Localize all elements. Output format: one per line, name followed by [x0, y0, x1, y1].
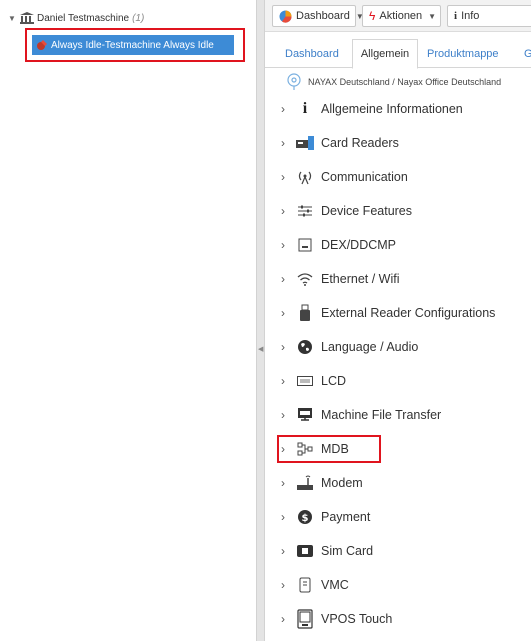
breadcrumb: NAYAX Deutschland / Nayax Office Deutsch…: [285, 72, 501, 92]
info-icon: i: [302, 100, 308, 117]
dashboard-button-label: Dashboard: [296, 10, 350, 22]
chevron-right-icon: ›: [281, 272, 285, 286]
vpos-touch-icon: [295, 609, 315, 629]
chevron-right-icon: ›: [281, 170, 285, 184]
info-icon: i: [454, 10, 458, 22]
category-label: DEX/DDCMP: [321, 238, 397, 252]
info-button[interactable]: i Info: [447, 5, 531, 27]
chevron-right-icon: ›: [281, 340, 285, 354]
info-button-label: Info: [461, 10, 480, 22]
sliders-icon: [295, 202, 315, 220]
category-label: Device Features: [321, 204, 413, 218]
category-dex-ddcmp[interactable]: › DEX/DDCMP: [281, 228, 531, 262]
tree-node-always-idle-selected[interactable]: Always Idle-Testmachine Always Idle: [32, 35, 234, 55]
modem-icon: [295, 474, 315, 492]
chevron-right-icon: ›: [281, 102, 285, 116]
ftp-icon: [295, 406, 315, 424]
collapse-left-icon[interactable]: ◀: [258, 345, 263, 353]
category-external-reader-configurations[interactable]: › External Reader Configurations: [281, 296, 531, 330]
globe-icon: [295, 338, 315, 356]
category-label: VPOS Touch: [321, 612, 393, 626]
category-lcd[interactable]: › LCD: [281, 364, 531, 398]
panel-splitter[interactable]: [256, 0, 265, 641]
card-reader-icon: [295, 134, 315, 152]
category-label: Payment: [321, 510, 371, 524]
chevron-down-icon: ▼: [428, 11, 437, 21]
bolt-icon: ϟ: [369, 9, 376, 23]
chevron-right-icon: ›: [281, 306, 285, 320]
lcd-icon: [295, 372, 315, 390]
location-pin-icon: [285, 73, 303, 91]
aktionen-button-label: Aktionen: [379, 10, 423, 22]
vmc-icon: [295, 576, 315, 594]
tab-allgemein[interactable]: Allgemein: [352, 39, 418, 69]
pie-chart-icon: [279, 10, 292, 23]
mdb-highlight-box: [277, 435, 381, 463]
tree-node-label: Daniel Testmaschine: [37, 12, 130, 24]
category-modem[interactable]: › Modem: [281, 466, 531, 500]
category-vmc[interactable]: › VMC: [281, 568, 531, 602]
category-label: External Reader Configurations: [321, 306, 496, 320]
chevron-right-icon: ›: [281, 612, 285, 626]
svg-text:$: $: [302, 513, 309, 524]
chevron-right-icon: ›: [281, 238, 285, 252]
category-label: Modem: [321, 476, 363, 490]
dex-icon: [295, 236, 315, 254]
tab-more[interactable]: G: [524, 39, 531, 68]
tab-bar: Dashboard Allgemein Produktmappe G: [265, 32, 531, 69]
category-vpos-touch[interactable]: › VPOS Touch: [281, 602, 531, 636]
tree-node-count: (1): [132, 12, 145, 24]
chevron-right-icon: ›: [281, 578, 285, 592]
chevron-right-icon: ›: [281, 374, 285, 388]
breadcrumb-text: NAYAX Deutschland / Nayax Office Deutsch…: [308, 77, 502, 87]
chevron-right-icon: ›: [281, 476, 285, 490]
category-label: LCD: [321, 374, 347, 388]
category-label: Machine File Transfer: [321, 408, 442, 422]
tab-dashboard[interactable]: Dashboard: [285, 39, 339, 68]
category-label: Allgemeine Informationen: [321, 102, 463, 116]
settings-category-list: › i Allgemeine Informationen › Card Read…: [281, 92, 531, 636]
category-device-features[interactable]: › Device Features: [281, 194, 531, 228]
category-card-readers[interactable]: › Card Readers: [281, 126, 531, 160]
toolbar: Dashboard ▼ ϟ Aktionen ▼ i Info: [265, 0, 531, 32]
sim-card-icon: [295, 542, 315, 560]
category-label: Sim Card: [321, 544, 374, 558]
chevron-right-icon: ›: [281, 544, 285, 558]
aktionen-dropdown-button[interactable]: ϟ Aktionen ▼: [362, 5, 441, 27]
category-ethernet-wifi[interactable]: › Ethernet / Wifi: [281, 262, 531, 296]
category-label: VMC: [321, 578, 349, 592]
category-language-audio[interactable]: › Language / Audio: [281, 330, 531, 364]
chevron-right-icon: ›: [281, 408, 285, 422]
wifi-icon: [295, 270, 315, 288]
machine-details-panel: Dashboard ▼ ϟ Aktionen ▼ i Info Dashboar…: [265, 0, 531, 641]
chevron-right-icon: ›: [281, 204, 285, 218]
usb-reader-icon: [295, 304, 315, 322]
category-label: Card Readers: [321, 136, 399, 150]
antenna-icon: [295, 168, 315, 186]
category-label: Ethernet / Wifi: [321, 272, 400, 286]
category-payment[interactable]: › $ Payment: [281, 500, 531, 534]
category-machine-file-transfer[interactable]: › Machine File Transfer: [281, 398, 531, 432]
category-label: Communication: [321, 170, 408, 184]
tree-node-label: Always Idle-Testmachine Always Idle: [51, 39, 214, 51]
tree-node-daniel-testmaschine[interactable]: ▼ Daniel Testmaschine (1): [8, 10, 144, 26]
category-communication[interactable]: › Communication: [281, 160, 531, 194]
machine-alert-icon: [36, 39, 48, 51]
chevron-right-icon: ›: [281, 510, 285, 524]
category-sim-card[interactable]: › Sim Card: [281, 534, 531, 568]
dashboard-dropdown-button[interactable]: Dashboard ▼: [272, 5, 364, 27]
category-allgemeine-informationen[interactable]: › i Allgemeine Informationen: [281, 92, 531, 126]
chevron-right-icon: ›: [281, 136, 285, 150]
dollar-circle-icon: $: [295, 508, 315, 526]
tab-produktmappe[interactable]: Produktmappe: [427, 39, 499, 68]
device-tree-panel: ▼ Daniel Testmaschine (1) Always Idle-Te…: [0, 0, 256, 641]
tree-expand-caret-icon[interactable]: ▼: [8, 14, 20, 23]
building-icon: [20, 12, 34, 24]
category-label: Language / Audio: [321, 340, 419, 354]
